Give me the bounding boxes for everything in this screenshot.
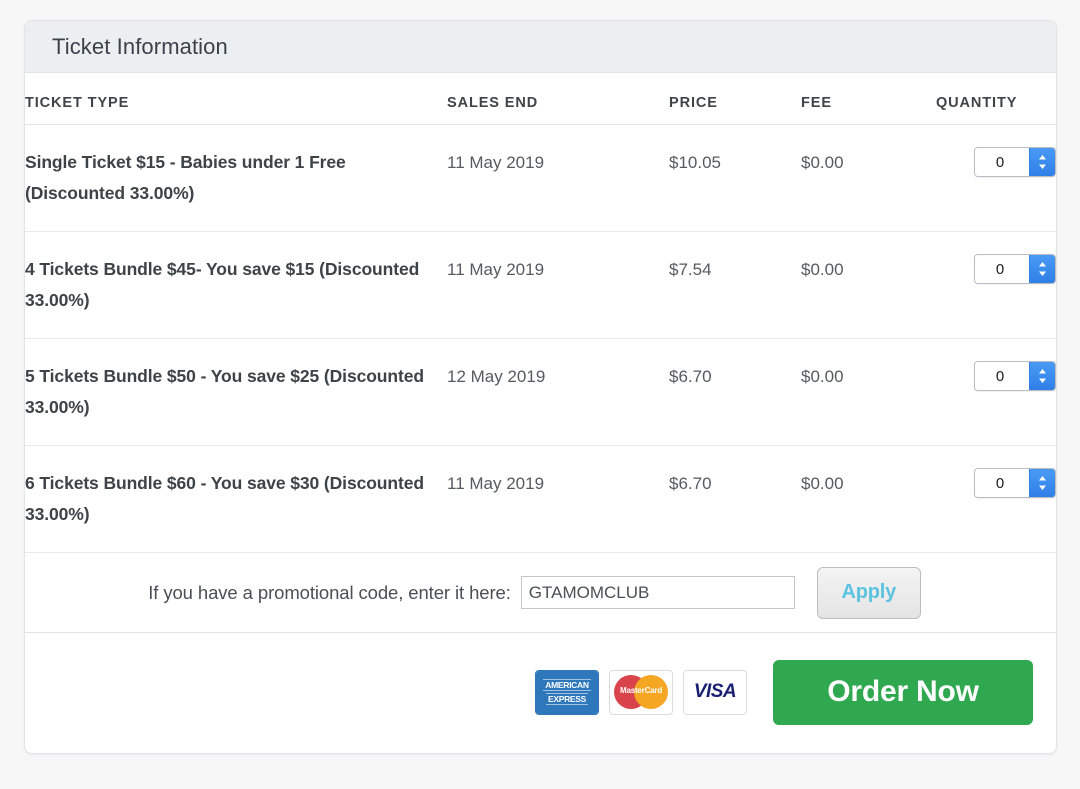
mastercard-label: MasterCard bbox=[619, 686, 663, 695]
quantity-cell: 0 bbox=[936, 231, 1056, 339]
fee-value: $0.00 bbox=[801, 445, 936, 553]
amex-line-1: AMERICAN bbox=[543, 679, 591, 691]
quantity-value[interactable]: 0 bbox=[975, 362, 1029, 390]
price-value: $6.70 bbox=[669, 338, 801, 446]
ticket-type-label: 5 Tickets Bundle $50 - You save $25 (Dis… bbox=[25, 338, 447, 446]
quantity-cell: 0 bbox=[936, 338, 1056, 446]
amex-band: AMERICAN EXPRESS bbox=[536, 670, 598, 714]
quantity-value[interactable]: 0 bbox=[975, 255, 1029, 283]
amex-line-2: EXPRESS bbox=[545, 693, 589, 705]
page-title: Ticket Information bbox=[52, 33, 228, 59]
sales-end-value: 11 May 2019 bbox=[447, 124, 669, 232]
column-header-sales-end: SALES END bbox=[447, 73, 669, 125]
table-row: 5 Tickets Bundle $50 - You save $25 (Dis… bbox=[25, 338, 1056, 446]
promo-code-row: If you have a promotional code, enter it… bbox=[25, 553, 1056, 633]
stepper-arrows-icon[interactable] bbox=[1029, 255, 1055, 283]
ticket-type-label: 4 Tickets Bundle $45- You save $15 (Disc… bbox=[25, 231, 447, 339]
fee-value: $0.00 bbox=[801, 124, 936, 232]
price-value: $6.70 bbox=[669, 445, 801, 553]
fee-value: $0.00 bbox=[801, 338, 936, 446]
quantity-value[interactable]: 0 bbox=[975, 148, 1029, 176]
table-row: 4 Tickets Bundle $45- You save $15 (Disc… bbox=[25, 231, 1056, 339]
table-body: Single Ticket $15 - Babies under 1 Free … bbox=[25, 124, 1056, 553]
stepper-arrows-icon[interactable] bbox=[1029, 148, 1055, 176]
quantity-value[interactable]: 0 bbox=[975, 469, 1029, 497]
mastercard-circles: MasterCard bbox=[614, 675, 668, 709]
table-header-row: TICKET TYPE SALES END PRICE FEE QUANTITY bbox=[25, 73, 1056, 125]
promo-code-input[interactable] bbox=[520, 576, 795, 609]
column-header-price: PRICE bbox=[669, 73, 801, 125]
quantity-stepper[interactable]: 0 bbox=[974, 147, 1056, 177]
visa-icon: VISA bbox=[683, 669, 747, 715]
sales-end-value: 11 May 2019 bbox=[447, 445, 669, 553]
accepted-cards: AMERICAN EXPRESS MasterCard VISA bbox=[535, 669, 747, 715]
sales-end-value: 12 May 2019 bbox=[447, 338, 669, 446]
quantity-cell: 0 bbox=[936, 124, 1056, 232]
column-header-quantity: QUANTITY bbox=[936, 73, 1056, 125]
panel-footer: AMERICAN EXPRESS MasterCard VISA Order N… bbox=[25, 633, 1056, 751]
visa-label: VISA bbox=[693, 681, 737, 702]
order-now-button[interactable]: Order Now bbox=[773, 659, 1033, 725]
column-header-ticket-type: TICKET TYPE bbox=[25, 73, 447, 125]
ticket-information-panel: Ticket Information TICKET TYPE SALES END… bbox=[24, 20, 1057, 754]
promo-code-label: If you have a promotional code, enter it… bbox=[148, 581, 511, 603]
stepper-arrows-icon[interactable] bbox=[1029, 362, 1055, 390]
price-value: $7.54 bbox=[669, 231, 801, 339]
sales-end-value: 11 May 2019 bbox=[447, 231, 669, 339]
quantity-stepper[interactable]: 0 bbox=[974, 254, 1056, 284]
mastercard-icon: MasterCard bbox=[609, 669, 673, 715]
ticket-type-label: Single Ticket $15 - Babies under 1 Free … bbox=[25, 124, 447, 232]
panel-header: Ticket Information bbox=[25, 21, 1056, 73]
quantity-stepper[interactable]: 0 bbox=[974, 468, 1056, 498]
quantity-cell: 0 bbox=[936, 445, 1056, 553]
fee-value: $0.00 bbox=[801, 231, 936, 339]
column-header-fee: FEE bbox=[801, 73, 936, 125]
page-root: Ticket Information TICKET TYPE SALES END… bbox=[0, 0, 1080, 789]
tickets-table: TICKET TYPE SALES END PRICE FEE QUANTITY… bbox=[25, 73, 1056, 553]
quantity-stepper[interactable]: 0 bbox=[974, 361, 1056, 391]
apply-button[interactable]: Apply bbox=[816, 566, 921, 619]
american-express-icon: AMERICAN EXPRESS bbox=[535, 669, 599, 715]
table-row: 6 Tickets Bundle $60 - You save $30 (Dis… bbox=[25, 445, 1056, 553]
stepper-arrows-icon[interactable] bbox=[1029, 469, 1055, 497]
table-head: TICKET TYPE SALES END PRICE FEE QUANTITY bbox=[25, 73, 1056, 125]
ticket-type-label: 6 Tickets Bundle $60 - You save $30 (Dis… bbox=[25, 445, 447, 553]
price-value: $10.05 bbox=[669, 124, 801, 232]
table-row: Single Ticket $15 - Babies under 1 Free … bbox=[25, 124, 1056, 232]
